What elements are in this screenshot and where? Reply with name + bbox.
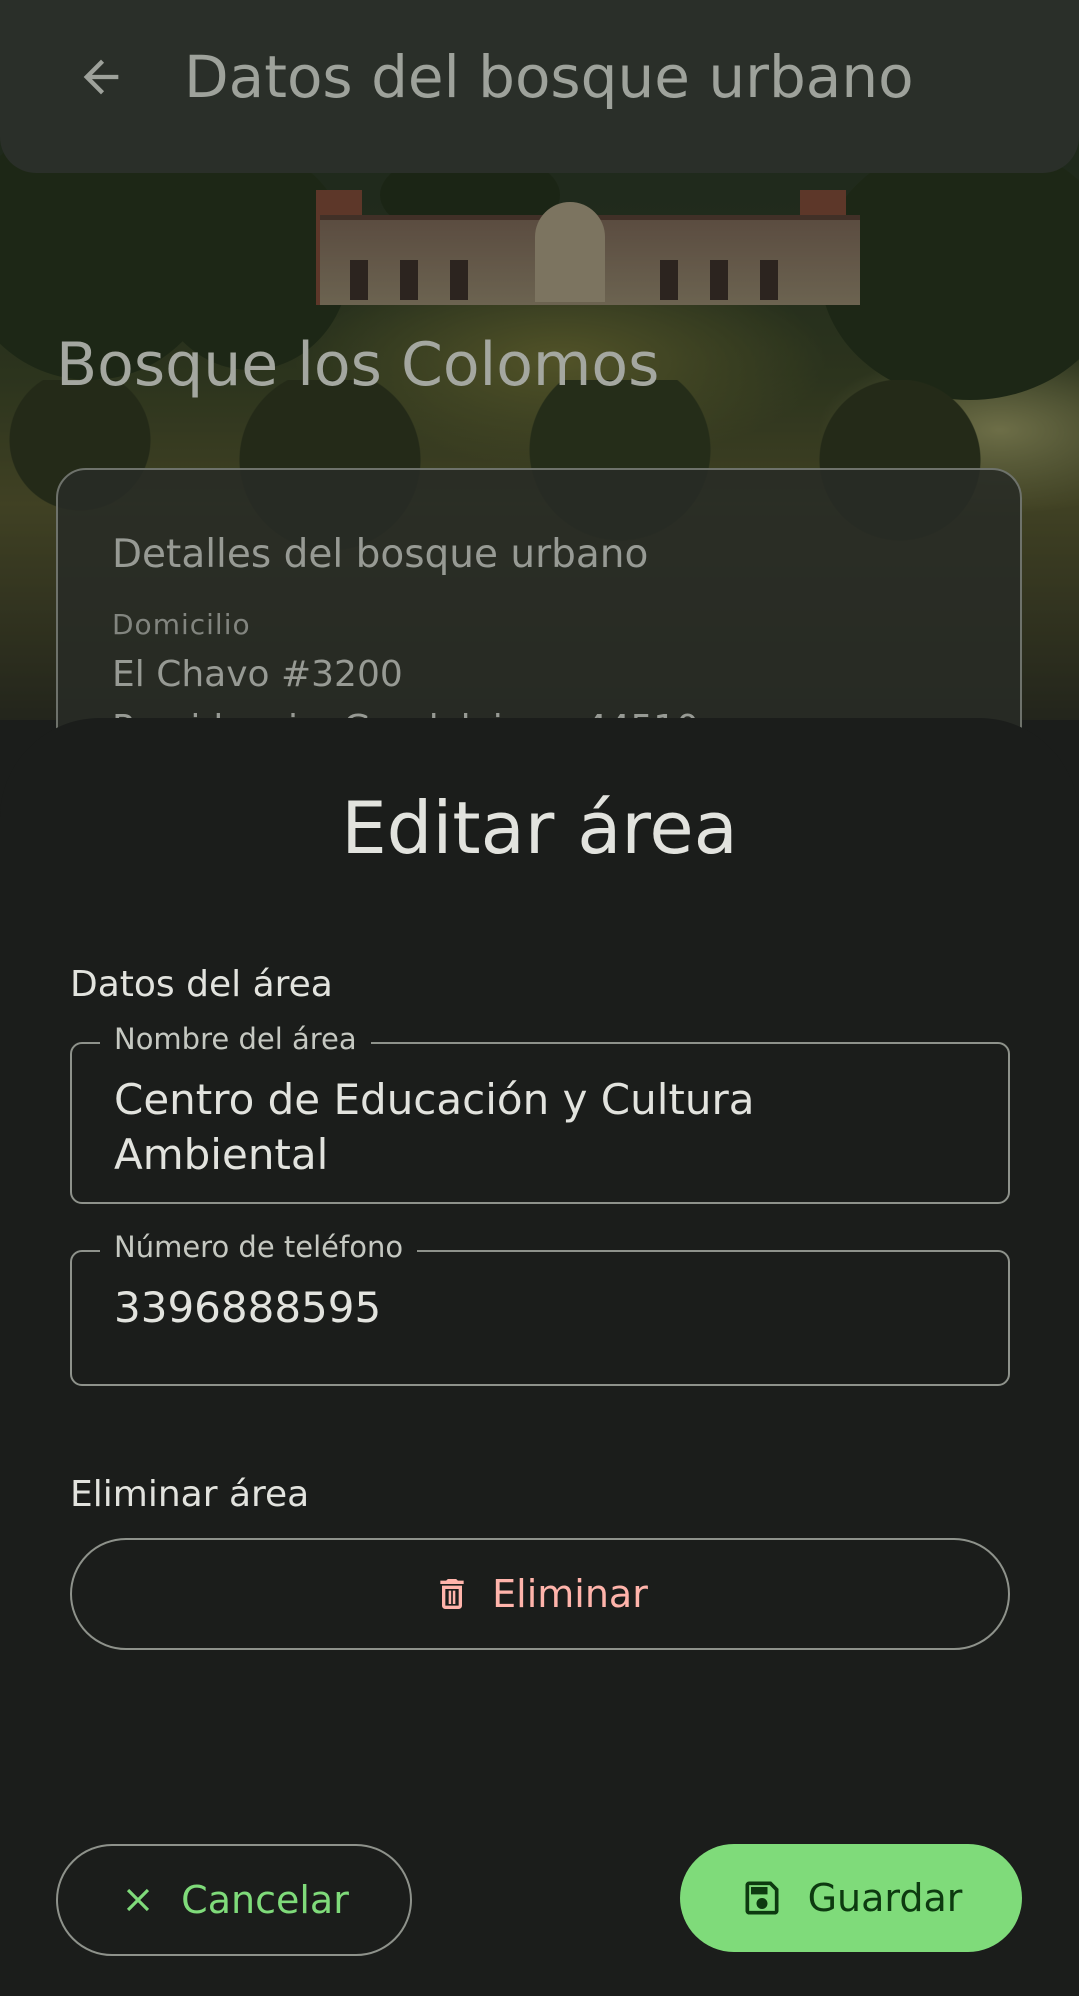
area-name-field[interactable]: Nombre del área Centro de Educación y Cu…: [70, 1022, 1010, 1204]
edit-area-sheet: Editar área Datos del área Nombre del ár…: [0, 718, 1079, 1996]
close-icon: [119, 1881, 157, 1919]
top-app-bar: Datos del bosque urbano: [0, 0, 1079, 173]
cancel-button[interactable]: Cancelar: [56, 1844, 412, 1956]
save-button[interactable]: Guardar: [680, 1844, 1022, 1952]
page-title: Datos del bosque urbano: [184, 43, 914, 111]
delete-button-label: Eliminar: [492, 1572, 648, 1616]
area-name-value-line2: Ambiental: [114, 1130, 329, 1179]
delete-button[interactable]: Eliminar: [70, 1538, 1010, 1650]
save-button-label: Guardar: [807, 1876, 963, 1920]
phone-label: Número de teléfono: [100, 1230, 418, 1264]
trash-icon: [432, 1574, 472, 1614]
save-icon: [740, 1876, 784, 1920]
phone-field[interactable]: Número de teléfono 3396888595: [70, 1230, 1010, 1386]
back-button[interactable]: [56, 36, 146, 118]
arrow-back-icon: [75, 51, 127, 103]
cancel-button-label: Cancelar: [181, 1878, 349, 1922]
details-title: Detalles del bosque urbano: [112, 532, 649, 577]
sheet-title: Editar área: [341, 786, 738, 870]
area-name-value-line1: Centro de Educación y Cultura: [114, 1075, 755, 1124]
delete-section-label: Eliminar área: [70, 1474, 310, 1515]
address-label: Domicilio: [112, 608, 251, 641]
forest-name: Bosque los Colomos: [56, 330, 660, 400]
address-line1: El Chavo #3200: [112, 654, 403, 695]
phone-value: 3396888595: [114, 1283, 382, 1332]
area-name-label: Nombre del área: [100, 1022, 371, 1056]
area-section-label: Datos del área: [70, 964, 333, 1005]
